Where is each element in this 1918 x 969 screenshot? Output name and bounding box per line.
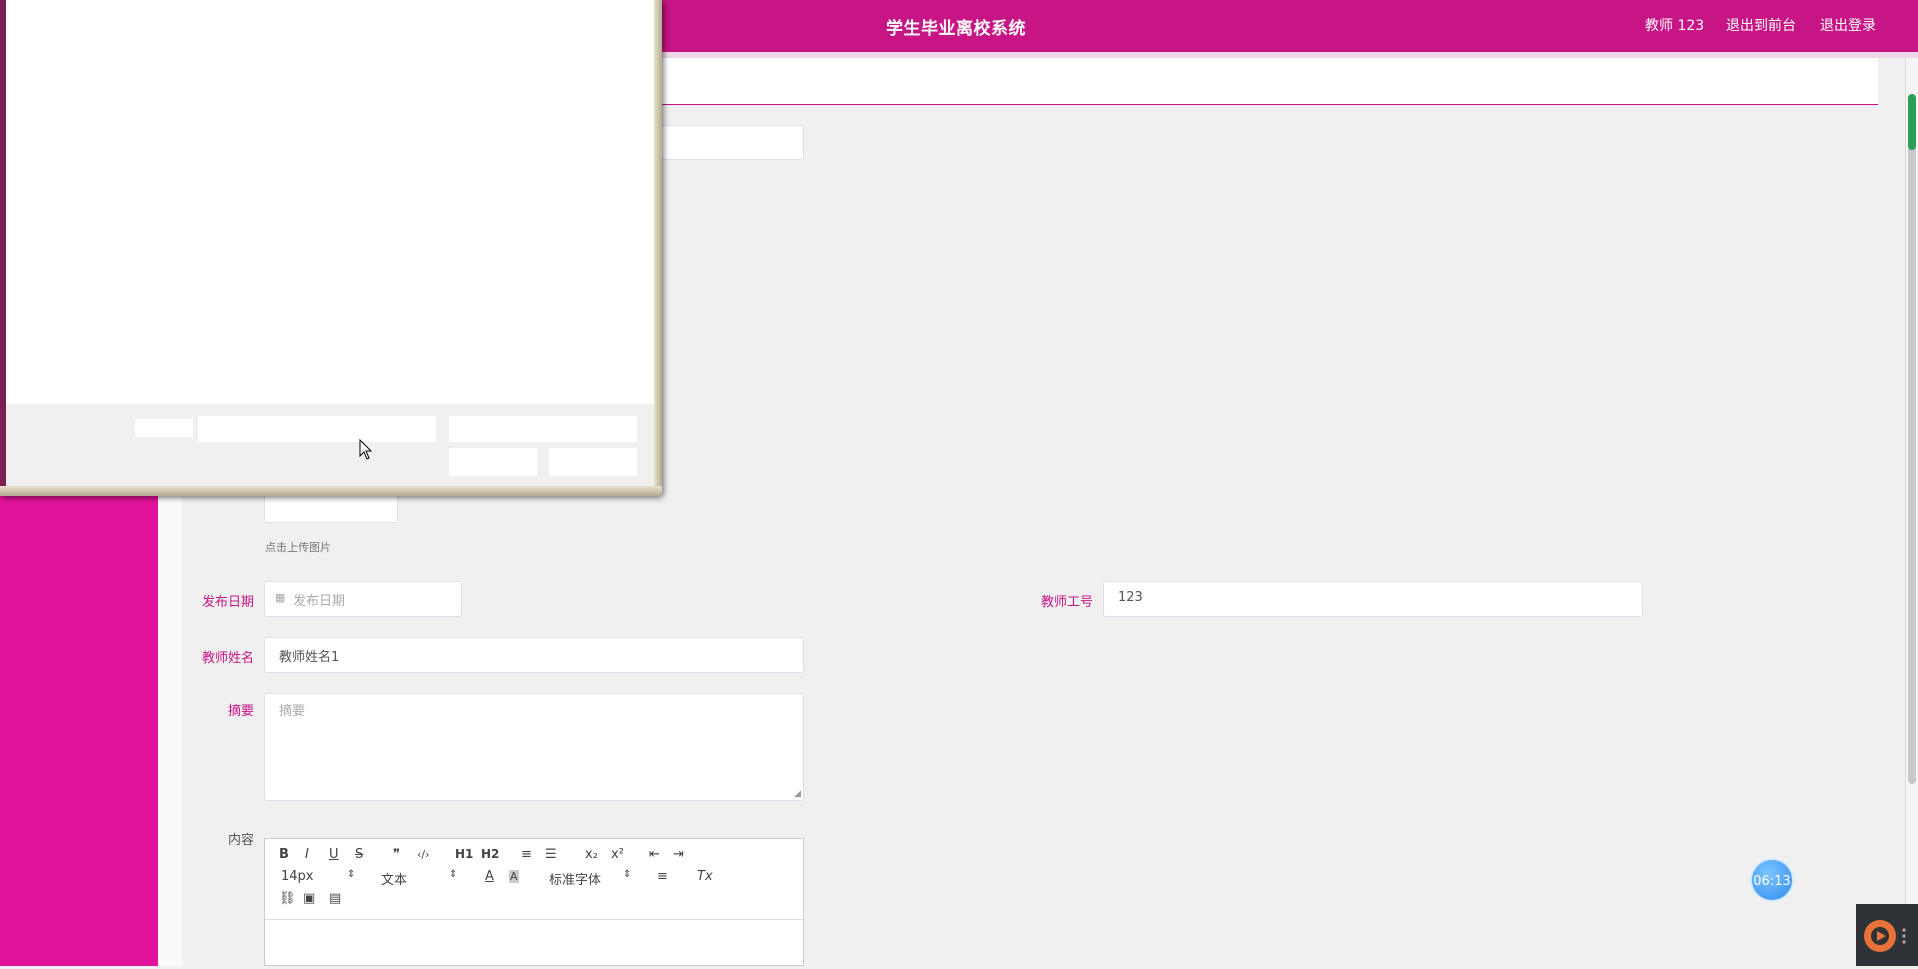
subscript-button[interactable]: x₂ <box>585 847 598 862</box>
dialog-frame-bottom <box>0 486 662 496</box>
summary-label: 摘要 <box>227 704 254 719</box>
upload-hint: 点击上传图片 <box>265 541 331 554</box>
summary-placeholder: 摘要 <box>279 704 306 719</box>
scrollbar-thumb-highlight <box>1908 94 1916 150</box>
chevron-updown-icon: ⇕ <box>623 869 632 880</box>
code-block-button[interactable]: ‹/› <box>417 848 430 861</box>
content-label: 内容 <box>227 833 254 848</box>
teacher-name-label: 教师姓名 <box>201 651 254 666</box>
vertical-scrollbar[interactable] <box>1905 58 1918 966</box>
summary-textarea[interactable]: 摘要 ◢ <box>264 693 804 801</box>
publish-date-label: 发布日期 <box>201 595 254 610</box>
teacher-name-value: 教师姓名1 <box>279 650 340 665</box>
editor-toolbar: B I U S ❞ ‹/› H1 H2 ≡ ☰ x₂ x² ⇤ ⇥ 14px ⇕… <box>265 839 803 920</box>
clear-format-button[interactable]: Tx <box>697 869 713 884</box>
teacher-id-input[interactable]: 123 <box>1103 581 1643 617</box>
system-title: 学生毕业离校系统 <box>886 19 1026 39</box>
font-color-button[interactable]: A <box>485 869 494 884</box>
rich-text-editor[interactable]: B I U S ❞ ‹/› H1 H2 ≡ ☰ x₂ x² ⇤ ⇥ 14px ⇕… <box>264 838 804 966</box>
blockquote-button[interactable]: ❞ <box>393 847 400 862</box>
back-to-front-link[interactable]: 退出到前台 <box>1726 15 1796 35</box>
logout-link[interactable]: 退出登录 <box>1820 15 1876 35</box>
dialog-open-button[interactable] <box>449 448 537 476</box>
header-1-button[interactable]: H1 <box>455 847 473 861</box>
background-color-button[interactable]: A <box>509 870 519 883</box>
dialog-footer <box>6 404 654 486</box>
ordered-list-button[interactable]: ≡ <box>521 847 532 862</box>
dialog-filename-input[interactable] <box>198 416 436 442</box>
superscript-button[interactable]: x² <box>611 847 624 862</box>
bold-button[interactable]: B <box>279 847 289 862</box>
publish-date-input[interactable]: ▦ 发布日期 <box>264 581 462 617</box>
teacher-id-value: 123 <box>1118 590 1143 605</box>
outdent-button[interactable]: ⇤ <box>649 847 660 862</box>
teacher-name-input[interactable]: 教师姓名1 <box>264 637 804 673</box>
paragraph-select[interactable]: 文本 <box>381 869 407 888</box>
font-family-select[interactable]: 标准字体 <box>549 869 601 888</box>
indent-button[interactable]: ⇥ <box>673 847 684 862</box>
italic-button[interactable]: I <box>305 847 309 862</box>
recorder-icon <box>1864 920 1906 952</box>
font-size-select[interactable]: 14px <box>281 869 314 884</box>
teacher-id-label: 教师工号 <box>1040 595 1093 610</box>
dialog-frame-right <box>654 0 662 496</box>
image-button[interactable]: ▣ <box>303 891 315 906</box>
publish-date-placeholder: 发布日期 <box>293 594 346 609</box>
align-button[interactable]: ≡ <box>657 869 668 884</box>
dialog-cancel-button[interactable] <box>549 448 637 476</box>
file-dialog-window[interactable] <box>0 0 662 496</box>
underline-button[interactable]: U <box>329 847 339 862</box>
current-user: 教师 123 <box>1645 18 1705 34</box>
tray-app[interactable] <box>1856 904 1918 966</box>
video-button[interactable]: ▤ <box>329 891 341 906</box>
dialog-filetype-select[interactable] <box>449 416 637 442</box>
header-2-button[interactable]: H2 <box>481 847 499 861</box>
chevron-updown-icon: ⇕ <box>449 869 458 880</box>
floating-timer[interactable]: 06:13 <box>1750 858 1794 902</box>
mouse-cursor-icon <box>359 439 373 460</box>
link-button[interactable]: ⛓ <box>279 891 296 906</box>
bullet-list-button[interactable]: ☰ <box>545 847 557 862</box>
scrollbar-thumb[interactable] <box>1908 94 1916 784</box>
calendar-icon: ▦ <box>275 591 286 604</box>
strike-button[interactable]: S <box>355 847 363 862</box>
chevron-updown-icon: ⇕ <box>347 869 356 880</box>
dialog-filename-label <box>135 419 193 437</box>
resize-handle-icon[interactable]: ◢ <box>794 789 801 799</box>
